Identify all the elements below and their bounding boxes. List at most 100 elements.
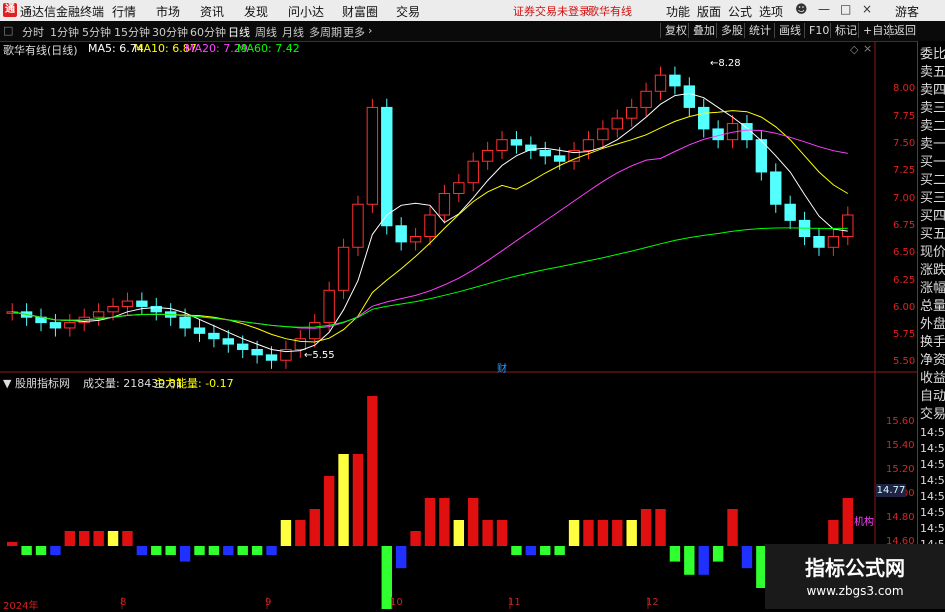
candle[interactable] — [496, 139, 508, 151]
finance-marker[interactable]: 财 — [497, 360, 507, 375]
energy-bar — [712, 546, 724, 562]
menu-zixun[interactable]: 资讯 — [200, 3, 224, 20]
candle[interactable] — [683, 85, 696, 108]
menu-shichang[interactable]: 市场 — [156, 3, 180, 20]
chevron-right-icon[interactable]: › — [368, 24, 372, 37]
close-icon[interactable]: × — [862, 2, 872, 16]
candle[interactable] — [467, 160, 479, 184]
sell5-label: 卖五 — [920, 65, 945, 80]
candle[interactable] — [323, 289, 335, 324]
period-30min[interactable]: 30分钟 — [152, 24, 188, 40]
period-fenshi[interactable]: 分时 — [22, 24, 44, 40]
candle[interactable] — [842, 214, 854, 238]
x-tick: 10 — [390, 597, 403, 608]
candle[interactable] — [582, 139, 595, 151]
candle[interactable] — [193, 327, 206, 334]
menu-gongneng[interactable]: 功能 — [666, 3, 690, 20]
candle[interactable] — [827, 236, 840, 248]
candle[interactable] — [92, 311, 105, 318]
btn-fuquan[interactable]: 复权 — [660, 23, 691, 38]
candle[interactable] — [395, 225, 407, 243]
candle[interactable] — [121, 300, 134, 307]
candle[interactable] — [366, 106, 379, 205]
btn-fanhui[interactable]: 返回 — [889, 23, 920, 38]
candle[interactable] — [625, 106, 638, 119]
energy-bar — [266, 546, 277, 555]
sell3-label: 卖三 — [920, 101, 945, 116]
btn-f10[interactable]: F10 — [804, 23, 833, 38]
candle[interactable] — [597, 128, 609, 141]
trade-login-warning[interactable]: 证券交易未登录 — [513, 3, 590, 19]
period-multi[interactable]: 多周期 — [309, 24, 342, 40]
btn-tongji[interactable]: 统计 — [744, 23, 775, 38]
candle[interactable] — [49, 322, 62, 329]
user-icon[interactable]: ☻ — [795, 2, 808, 16]
candle[interactable] — [337, 246, 350, 291]
candle[interactable] — [770, 171, 782, 205]
candle[interactable] — [539, 149, 551, 157]
menu-hangqing[interactable]: 行情 — [112, 3, 136, 20]
period-daily[interactable]: 日线 — [228, 24, 250, 40]
period-15min[interactable]: 15分钟 — [114, 24, 150, 40]
stock-title[interactable]: 歌华有线(日线) — [3, 42, 78, 58]
btn-diejia[interactable]: 叠加 — [688, 23, 719, 38]
candle[interactable] — [510, 139, 523, 146]
candle[interactable] — [813, 236, 825, 248]
menu-caifuquan[interactable]: 财富圈 — [342, 3, 378, 20]
candle[interactable] — [424, 214, 436, 238]
candle[interactable] — [453, 182, 465, 194]
minimize-icon[interactable]: — — [818, 2, 830, 16]
auto-label[interactable]: 自动 — [920, 389, 945, 405]
candle[interactable] — [222, 338, 235, 345]
candle[interactable] — [237, 343, 249, 350]
candle[interactable] — [698, 106, 710, 130]
energy-bar — [309, 509, 320, 546]
candle[interactable] — [352, 203, 364, 248]
candle[interactable] — [654, 74, 667, 92]
period-more[interactable]: 更多 — [343, 24, 365, 40]
restore-icon[interactable]: □ — [840, 2, 851, 16]
period-monthly[interactable]: 月线 — [282, 24, 304, 40]
btn-huaxian[interactable]: 画线 — [774, 23, 805, 38]
btn-biaoji[interactable]: 标记 — [830, 23, 861, 38]
candle[interactable] — [553, 155, 566, 162]
period-1min[interactable]: 1分钟 — [50, 24, 79, 40]
menu-faxian[interactable]: 发现 — [244, 3, 268, 20]
candle[interactable] — [265, 354, 278, 361]
guest-label[interactable]: 游客 — [895, 3, 919, 20]
energy-bar — [640, 509, 652, 546]
period-60min[interactable]: 60分钟 — [190, 24, 226, 40]
menu-jiaoyi[interactable]: 交易 — [396, 3, 420, 20]
candle[interactable] — [409, 236, 422, 243]
high-price-label: ←8.28 — [710, 58, 741, 69]
menu-wenxiaoda[interactable]: 问小达 — [288, 3, 324, 20]
btn-duogu[interactable]: 多股 — [716, 23, 747, 38]
volume-bars-group — [7, 396, 853, 609]
diamond-icon[interactable]: ◇ — [850, 43, 858, 56]
candle[interactable] — [481, 149, 494, 162]
candle[interactable] — [208, 332, 220, 340]
trade-label[interactable]: 交易 — [920, 407, 945, 423]
candle[interactable] — [611, 117, 623, 130]
candle[interactable] — [640, 90, 652, 108]
menu-xuanxiang[interactable]: 选项 — [759, 3, 783, 20]
menu-gongshi[interactable]: 公式 — [728, 3, 752, 20]
candle[interactable] — [251, 348, 263, 356]
kline-chart-area[interactable] — [0, 41, 917, 609]
period-5min[interactable]: 5分钟 — [82, 24, 111, 40]
toggle-panel-icon[interactable]: □ — [3, 24, 13, 37]
period-weekly[interactable]: 周线 — [255, 24, 277, 40]
candle[interactable] — [309, 322, 321, 340]
candle[interactable] — [136, 300, 148, 307]
candle[interactable] — [669, 74, 681, 87]
candle[interactable] — [107, 305, 119, 313]
candle[interactable] — [784, 203, 796, 221]
candle[interactable] — [179, 316, 191, 329]
candle[interactable] — [64, 322, 76, 329]
menu-banmian[interactable]: 版面 — [697, 3, 721, 20]
indicator-name[interactable]: ▼ 股朋指标网 — [3, 375, 70, 391]
candle[interactable] — [438, 192, 451, 216]
close-pane-icon[interactable]: × — [863, 42, 872, 55]
candle[interactable] — [381, 106, 393, 227]
stock-name-link[interactable]: 歌华有线 — [588, 3, 632, 19]
